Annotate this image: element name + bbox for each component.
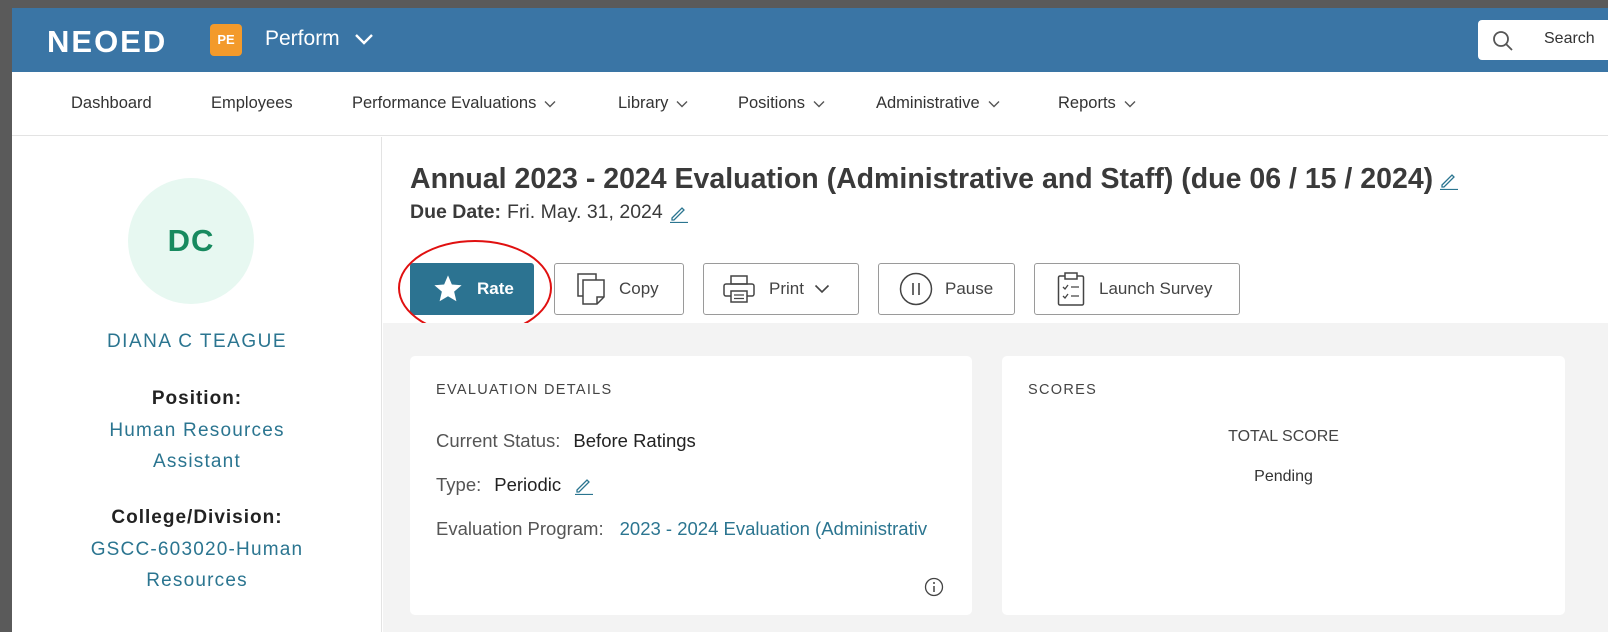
search-icon [1493,31,1513,51]
position-label: Position: [151,388,243,409]
evaluation-details-card: EVALUATION DETAILS Current Status: Befor… [410,356,972,615]
star-icon [434,275,462,302]
nav-label: Administrative [876,94,980,112]
app-window: NEOED PE Perform Dashboard Employees Per… [12,8,1608,632]
module-name: Perform [265,27,340,50]
status-value: Before Ratings [573,430,696,451]
pause-icon [899,272,933,306]
due-date-value: Fri. May. 31, 2024 [507,201,663,223]
pause-button[interactable]: Pause [878,263,1015,315]
type-row: Type: Periodic [436,474,594,496]
page-title: Annual 2023 - 2024 Evaluation (Administr… [410,163,1459,196]
nav-label: Performance Evaluations [352,94,537,112]
chevron-down-icon [814,284,830,294]
copy-label: Copy [619,279,659,298]
module-badge: PE [210,24,242,56]
copy-button[interactable]: Copy [554,263,684,315]
launch-survey-label: Launch Survey [1099,279,1213,298]
chevron-down-icon [676,100,688,107]
info-icon[interactable] [924,577,944,597]
scores-card: SCORES TOTAL SCORE Pending [1002,356,1565,615]
college-line: GSCC-603020-Human [90,539,304,560]
nav-label: Reports [1058,94,1116,112]
card-title: EVALUATION DETAILS [436,382,613,398]
due-date-line: Due Date: Fri. May. 31, 2024 [410,201,689,224]
printer-icon [723,275,755,303]
college-line: Resources [146,570,248,591]
position-line: Human Resources [109,420,285,441]
position-value[interactable]: Human Resources Assistant [72,415,322,477]
chevron-down-icon [1124,100,1136,107]
nav-employees[interactable]: Employees [211,94,293,113]
status-row: Current Status: Before Ratings [436,430,696,452]
launch-survey-button[interactable]: Launch Survey [1034,263,1240,315]
search-box[interactable] [1478,20,1608,60]
employee-sidebar: DC DIANA C TEAGUE Position: Human Resour… [12,137,382,632]
rate-button[interactable]: Rate [410,263,534,315]
chevron-down-icon [988,100,1000,107]
nav-administrative[interactable]: Administrative [876,94,1000,113]
main-content: Annual 2023 - 2024 Evaluation (Administr… [383,137,1608,632]
copy-icon [577,273,605,305]
top-bar: NEOED PE Perform [12,8,1608,72]
type-label: Type: [436,474,482,495]
nav-label: Positions [738,94,805,112]
neoed-logo[interactable]: NEOED [47,24,167,60]
nav-reports[interactable]: Reports [1058,94,1136,113]
print-button[interactable]: Print [703,263,859,315]
edit-pencil-icon[interactable] [669,203,689,223]
nav-positions[interactable]: Positions [738,94,825,113]
main-nav: Dashboard Employees Performance Evaluati… [12,72,1608,136]
search-input[interactable] [1544,30,1608,48]
evaluation-header: Annual 2023 - 2024 Evaluation (Administr… [383,137,1608,336]
card-title: SCORES [1028,382,1098,398]
college-label: College/Division: [111,507,283,528]
position-line: Assistant [153,451,241,472]
employee-name[interactable]: DIANA C TEAGUE [12,331,382,353]
nav-dashboard[interactable]: Dashboard [71,94,152,113]
program-link[interactable]: 2023 - 2024 Evaluation (Administrative a… [620,518,928,540]
print-label: Print [769,279,804,298]
status-label: Current Status: [436,430,561,451]
module-switcher[interactable]: Perform [265,27,374,51]
nav-performance-evaluations[interactable]: Performance Evaluations [352,94,556,113]
due-date-label: Due Date: [410,201,502,223]
total-score-label: TOTAL SCORE [1228,428,1339,445]
chevron-down-icon [813,100,825,107]
edit-pencil-icon[interactable] [1439,170,1459,190]
nav-label: Library [618,94,669,112]
pause-label: Pause [945,279,994,298]
chevron-down-icon [544,100,556,107]
nav-library[interactable]: Library [618,94,688,113]
type-value: Periodic [494,474,562,495]
program-label: Evaluation Program: [436,518,604,539]
nav-label: Dashboard [71,94,152,112]
avatar: DC [128,178,254,304]
edit-pencil-icon[interactable] [574,475,594,495]
clipboard-checklist-icon [1057,272,1085,306]
college-value[interactable]: GSCC-603020-Human Resources [72,534,322,596]
rate-label: Rate [477,279,514,298]
chevron-down-icon [354,34,373,45]
evaluation-title: Annual 2023 - 2024 Evaluation (Administr… [410,163,1434,195]
total-score-value: Pending [1254,468,1313,485]
nav-label: Employees [211,94,293,112]
program-row: Evaluation Program: 2023 - 2024 Evaluati… [436,518,928,540]
